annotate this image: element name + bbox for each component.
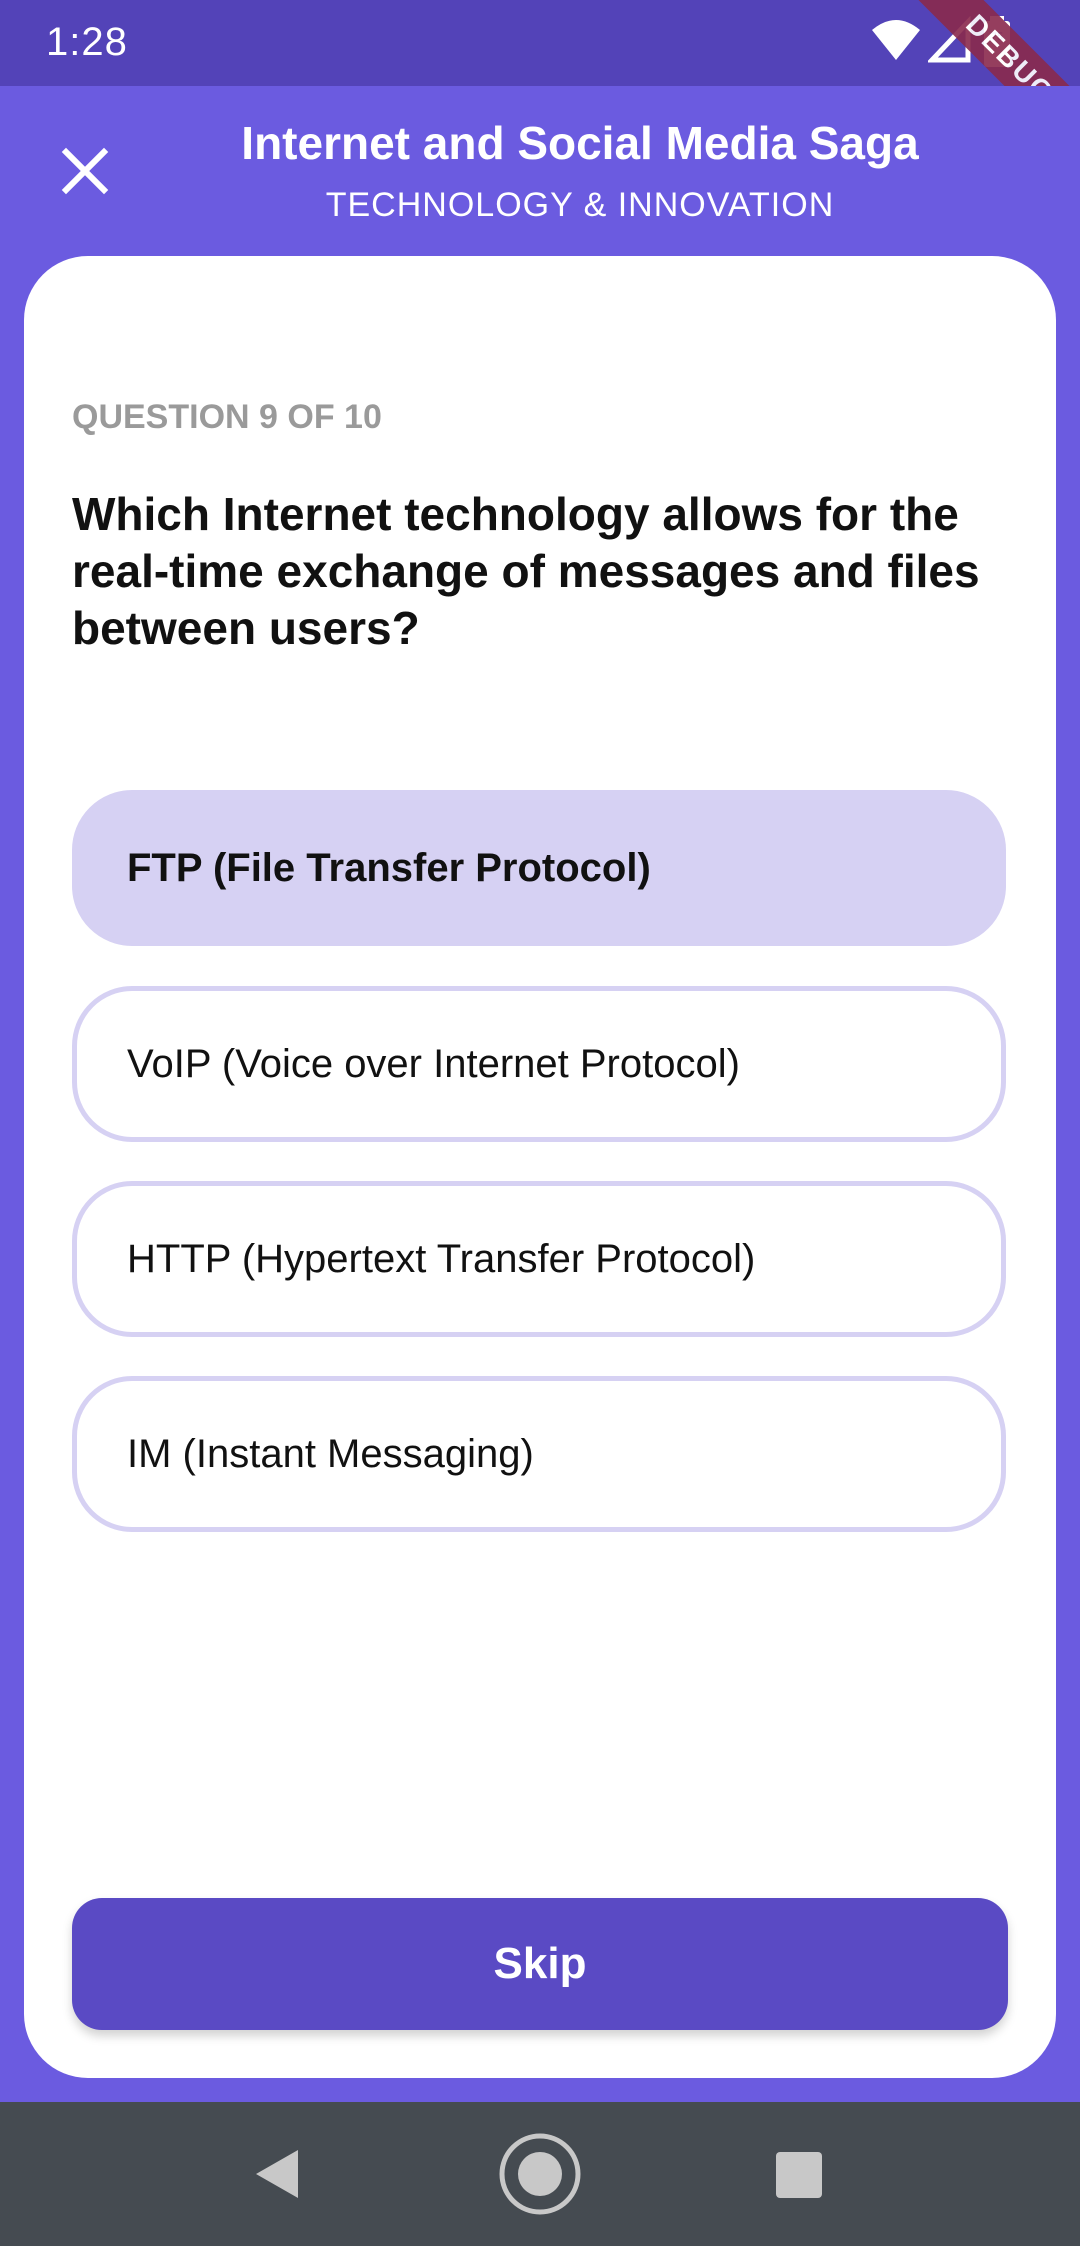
close-button[interactable] bbox=[54, 140, 116, 202]
nav-recents-button[interactable] bbox=[728, 2102, 868, 2246]
answer-option-label: VoIP (Voice over Internet Protocol) bbox=[127, 1042, 740, 1086]
skip-button[interactable]: Skip bbox=[72, 1898, 1008, 2030]
nav-home-button[interactable] bbox=[470, 2102, 610, 2246]
answer-option-1[interactable]: FTP (File Transfer Protocol) bbox=[72, 790, 1006, 946]
page-title: Internet and Social Media Saga bbox=[241, 117, 919, 169]
home-icon bbox=[499, 2133, 581, 2215]
wifi-icon bbox=[872, 20, 920, 60]
system-nav-bar bbox=[0, 2102, 1080, 2246]
nav-back-button[interactable] bbox=[206, 2102, 346, 2246]
question-counter: QUESTION 9 OF 10 bbox=[72, 398, 382, 436]
answer-option-label: FTP (File Transfer Protocol) bbox=[127, 846, 651, 890]
answer-option-label: HTTP (Hypertext Transfer Protocol) bbox=[127, 1237, 756, 1281]
question-card: QUESTION 9 OF 10 Which Internet technolo… bbox=[24, 256, 1056, 2078]
status-bar: 1:28 75 DEBUG bbox=[0, 0, 1080, 168]
question-text: Which Internet technology allows for the… bbox=[72, 488, 980, 654]
recents-icon bbox=[776, 2152, 822, 2198]
answer-option-3[interactable]: HTTP (Hypertext Transfer Protocol) bbox=[72, 1181, 1006, 1337]
answer-option-4[interactable]: IM (Instant Messaging) bbox=[72, 1376, 1006, 1532]
back-icon bbox=[256, 2150, 298, 2198]
answer-option-label: IM (Instant Messaging) bbox=[127, 1432, 534, 1476]
app-header: Internet and Social Media Saga TECHNOLOG… bbox=[0, 86, 1080, 256]
status-time: 1:28 bbox=[46, 20, 128, 64]
answer-option-2[interactable]: VoIP (Voice over Internet Protocol) bbox=[72, 986, 1006, 1142]
close-icon bbox=[61, 147, 109, 195]
page-subtitle: TECHNOLOGY & INNOVATION bbox=[325, 186, 835, 224]
